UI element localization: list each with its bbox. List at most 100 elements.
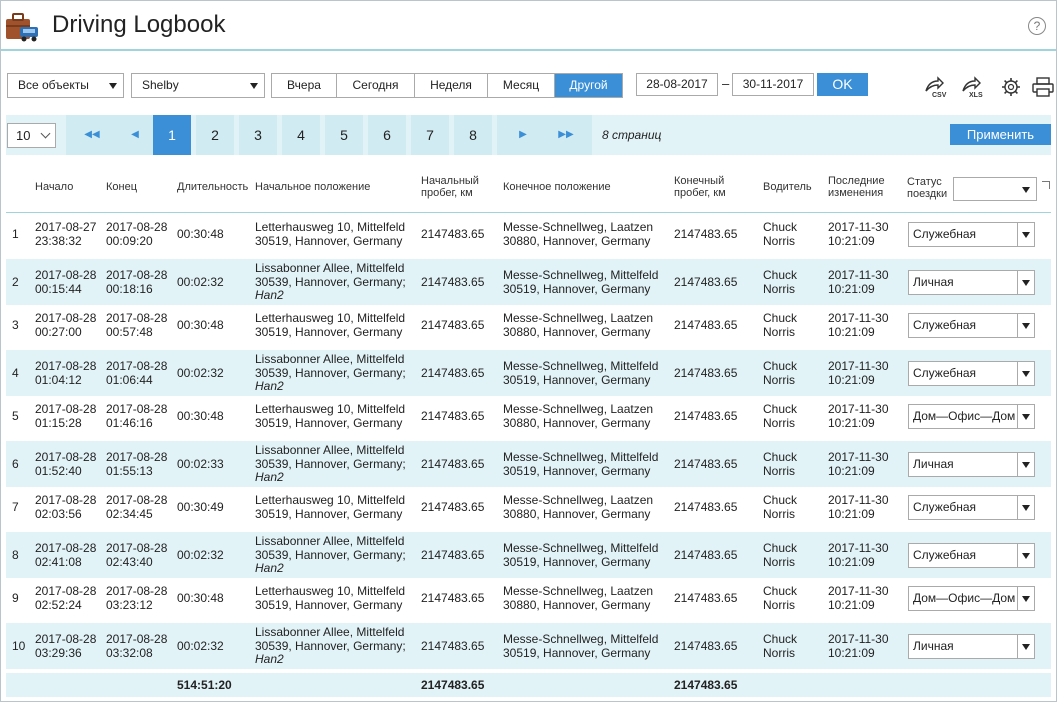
col-header-driver[interactable]: Водитель xyxy=(763,181,812,193)
start-geofence: Han2 xyxy=(255,470,284,484)
trip-status-select[interactable]: Служебная xyxy=(908,361,1035,386)
table-row[interactable]: 6 2017-08-28 01:52:40 2017-08-28 01:55:13 00:… xyxy=(6,441,1051,487)
col-header-start[interactable]: Начало xyxy=(35,181,73,193)
table-row[interactable]: 10 2017-08-28 03:29:36 2017-08-28 03:32:08 00… xyxy=(6,623,1051,669)
trip-status-select[interactable]: Дом—Офис—Дом xyxy=(908,404,1035,429)
end-time-cell: 2017-08-28 02:34:45 xyxy=(106,493,168,521)
end-location-line1: Messe-Schnellweg, Laatzen xyxy=(503,493,654,507)
page-button-3[interactable]: 3 xyxy=(239,115,277,155)
period-today-button[interactable]: Сегодня xyxy=(337,74,415,97)
table-row[interactable]: 2 2017-08-28 00:15:44 2017-08-28 00:18:16 00:… xyxy=(6,259,1051,305)
dropdown-arrow-icon[interactable] xyxy=(1017,362,1034,385)
date-from-input[interactable]: 28-08-2017 xyxy=(636,73,718,96)
expand-icon[interactable] xyxy=(1042,181,1050,189)
modified-clock: 10:21:09 xyxy=(828,415,875,430)
end-clock: 00:18:16 xyxy=(106,281,153,296)
start-location-line1: Letterhausweg 10, Mittelfeld xyxy=(255,311,406,325)
export-csv-icon[interactable]: CSV xyxy=(923,75,949,99)
date-to-input[interactable]: 30-11-2017 xyxy=(732,73,814,96)
per-page-select[interactable]: 10 xyxy=(7,123,56,148)
dropdown-arrow-icon[interactable] xyxy=(1017,223,1034,246)
last-page-button[interactable]: ▶▶ xyxy=(540,115,592,155)
trip-status-select[interactable]: Личная xyxy=(908,270,1035,295)
trip-status-select[interactable]: Служебная xyxy=(908,313,1035,338)
dropdown-arrow-icon[interactable] xyxy=(1017,635,1034,658)
table-row[interactable]: 9 2017-08-28 02:52:24 2017-08-28 03:23:12 00:… xyxy=(6,578,1051,618)
page-button-5[interactable]: 5 xyxy=(325,115,363,155)
col-header-modified[interactable]: Последние изменения xyxy=(828,175,885,199)
col-header-end-mileage[interactable]: Конечный пробег, км xyxy=(674,175,726,199)
period-month-button[interactable]: Месяц xyxy=(488,74,555,97)
ok-button[interactable]: OK xyxy=(817,73,868,96)
trip-status-select[interactable]: Личная xyxy=(908,452,1035,477)
end-location-line1: Messe-Schnellweg, Laatzen xyxy=(503,402,654,416)
dropdown-arrow-icon[interactable] xyxy=(1017,544,1034,567)
page-button-6[interactable]: 6 xyxy=(368,115,406,155)
table-row[interactable]: 7 2017-08-28 02:03:56 2017-08-28 02:34:45 00:… xyxy=(6,487,1051,527)
period-week-button[interactable]: Неделя xyxy=(415,74,488,97)
dropdown-arrow-icon[interactable] xyxy=(1017,496,1034,519)
export-xls-icon[interactable]: XLS xyxy=(960,75,986,99)
start-clock: 01:52:40 xyxy=(35,463,82,478)
col-header-status[interactable]: Статус поездки xyxy=(907,176,947,200)
driver-last-name: Norris xyxy=(763,324,795,339)
table-row[interactable]: 8 2017-08-28 02:41:08 2017-08-28 02:43:40 00:… xyxy=(6,532,1051,578)
gear-icon[interactable] xyxy=(999,75,1025,99)
page-button-4[interactable]: 4 xyxy=(282,115,320,155)
dropdown-arrow-icon[interactable] xyxy=(1017,587,1034,610)
app-window: Driving Logbook ? Все объекты Shelby Вче… xyxy=(0,0,1057,702)
trip-status-select[interactable]: Дом—Офис—Дом xyxy=(908,586,1035,611)
modified-clock: 10:21:09 xyxy=(828,463,875,478)
apply-button[interactable]: Применить xyxy=(950,124,1051,145)
col-header-end[interactable]: Конец xyxy=(106,181,137,193)
end-location-line2: 30880, Hannover, Germany xyxy=(503,233,651,248)
end-date: 2017-08-28 xyxy=(106,493,168,507)
col-header-end-mileage-line1: Конечный xyxy=(674,175,725,187)
col-header-end-location[interactable]: Конечное положение xyxy=(503,181,611,193)
end-date: 2017-08-28 xyxy=(106,268,168,282)
end-time-cell: 2017-08-28 00:09:20 xyxy=(106,220,167,248)
period-yesterday-button[interactable]: Вчера xyxy=(272,74,337,97)
modified-cell: 2017-11-30 10:21:09 xyxy=(828,359,889,387)
driver-cell: Chuck Norris xyxy=(763,359,797,387)
table-row[interactable]: 3 2017-08-28 00:27:00 2017-08-28 00:57:48 00:… xyxy=(6,305,1051,345)
start-location-cell: Lissabonner Allee, Mittelfeld 30539, Hann… xyxy=(255,534,406,576)
page-button-2[interactable]: 2 xyxy=(196,115,234,155)
dropdown-arrow-icon[interactable] xyxy=(1017,271,1034,294)
col-header-duration[interactable]: Длительность xyxy=(177,181,248,193)
col-header-start-mileage[interactable]: Начальный пробег, км xyxy=(421,175,479,199)
driver-first-name: Chuck xyxy=(763,584,798,598)
trip-status-select[interactable]: Служебная xyxy=(908,543,1035,568)
page-button-8[interactable]: 8 xyxy=(454,115,492,155)
start-location-line1: Lissabonner Allee, Mittelfeld xyxy=(255,352,405,366)
page-button-7[interactable]: 7 xyxy=(411,115,449,155)
period-custom-button[interactable]: Другой xyxy=(555,74,622,97)
help-icon[interactable]: ? xyxy=(1028,17,1046,35)
start-location-cell: Letterhausweg 10, Mittelfeld 30519, Hanno… xyxy=(255,220,405,248)
dropdown-arrow-icon[interactable] xyxy=(1017,314,1034,337)
print-icon[interactable] xyxy=(1031,75,1057,99)
trip-status-select[interactable]: Служебная xyxy=(908,495,1035,520)
driver-first-name: Chuck xyxy=(763,402,798,416)
trip-status-select[interactable]: Служебная xyxy=(908,222,1035,247)
dropdown-arrow-icon[interactable] xyxy=(1017,405,1034,428)
app-header: Driving Logbook ? xyxy=(1,1,1056,51)
col-header-start-location[interactable]: Начальное положение xyxy=(255,181,370,193)
object-select[interactable]: Все объекты xyxy=(7,73,124,98)
table-row[interactable]: 4 2017-08-28 01:04:12 2017-08-28 01:06:44 00:… xyxy=(6,350,1051,396)
end-clock: 03:23:12 xyxy=(106,597,153,612)
table-row[interactable]: 1 2017-08-27 23:38:32 2017-08-28 00:09:20 00:… xyxy=(6,214,1051,254)
unit-select[interactable]: Shelby xyxy=(131,73,265,98)
table-row[interactable]: 5 2017-08-28 01:15:28 2017-08-28 01:46:16 00:… xyxy=(6,396,1051,436)
driver-first-name: Chuck xyxy=(763,311,798,325)
start-time-cell: 2017-08-28 02:41:08 xyxy=(35,541,96,569)
driver-last-name: Norris xyxy=(763,645,795,660)
driver-last-name: Norris xyxy=(763,372,795,387)
page-button-1[interactable]: 1 xyxy=(153,115,191,155)
trip-status-select[interactable]: Личная xyxy=(908,634,1035,659)
row-number: 8 xyxy=(12,548,19,562)
col-header-modified-line1: Последние xyxy=(828,175,885,187)
status-filter-select[interactable] xyxy=(953,177,1037,201)
dropdown-arrow-icon[interactable] xyxy=(1017,453,1034,476)
per-page-value: 10 xyxy=(16,128,31,143)
